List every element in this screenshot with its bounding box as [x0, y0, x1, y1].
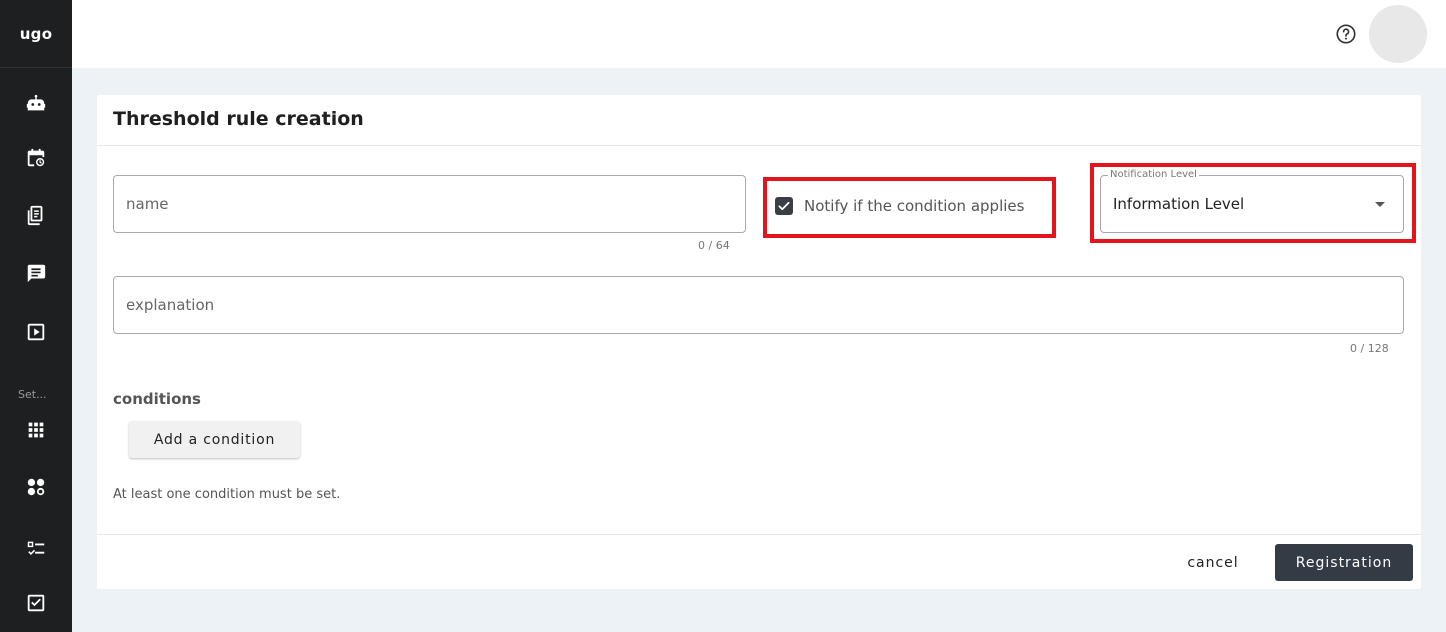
document-icon[interactable]: [20, 199, 52, 231]
cancel-button[interactable]: cancel: [1170, 549, 1256, 577]
explanation-counter: 0 / 128: [1350, 342, 1389, 355]
conditions-title: conditions: [113, 390, 201, 408]
sidebar-section-label: Set...: [18, 388, 47, 401]
name-input[interactable]: [114, 176, 745, 232]
registration-button[interactable]: Registration: [1275, 544, 1413, 581]
help-circle-icon[interactable]: [1333, 21, 1359, 47]
notification-level-value: Information Level: [1113, 195, 1245, 213]
calendar-clock-icon[interactable]: [20, 142, 52, 174]
user-avatar[interactable]: [1369, 5, 1427, 63]
robot-icon[interactable]: [20, 88, 52, 120]
name-counter: 0 / 64: [698, 239, 730, 252]
play-square-icon[interactable]: [20, 316, 52, 348]
conditions-hint: At least one condition must be set.: [113, 487, 341, 502]
apps-grid-icon[interactable]: [20, 414, 52, 446]
sidebar: ugo Set...: [0, 0, 72, 632]
page-title: Threshold rule creation: [113, 108, 364, 130]
notify-checkbox-label: Notify if the condition applies: [804, 197, 1025, 215]
checklist-icon[interactable]: [20, 533, 52, 565]
app-logo[interactable]: ugo: [0, 0, 72, 68]
notify-checkbox[interactable]: Notify if the condition applies: [775, 197, 1024, 215]
explanation-input[interactable]: [114, 277, 1403, 333]
footer-divider: [97, 534, 1421, 535]
name-field[interactable]: [113, 175, 746, 233]
notification-level-select[interactable]: Notification Level Information Level: [1100, 169, 1404, 233]
add-condition-button[interactable]: Add a condition: [129, 421, 300, 458]
explanation-field[interactable]: [113, 276, 1404, 334]
threshold-rule-card: [97, 95, 1421, 589]
notification-level-legend: Notification Level: [1108, 169, 1199, 180]
message-icon[interactable]: [20, 257, 52, 289]
title-divider: [97, 145, 1421, 146]
dropdown-arrow-icon[interactable]: [1375, 202, 1385, 207]
checkbox-icon[interactable]: [20, 587, 52, 619]
checkbox-checked-icon[interactable]: [775, 197, 793, 215]
nodes-icon[interactable]: [20, 471, 52, 503]
top-header: [72, 0, 1446, 68]
